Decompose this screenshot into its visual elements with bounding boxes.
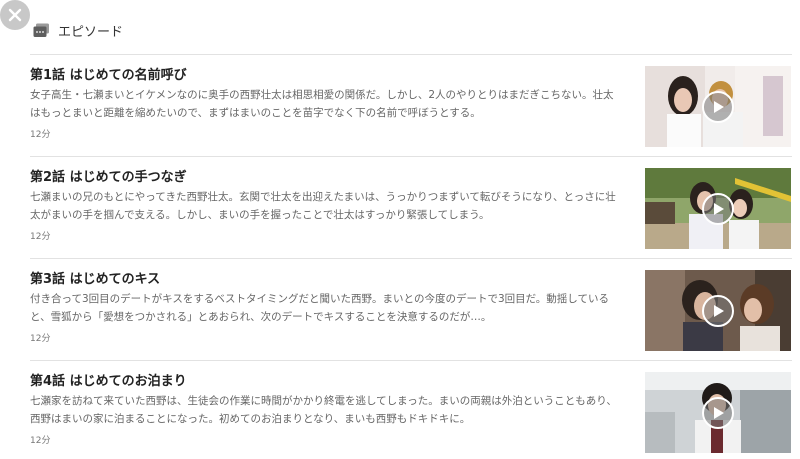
episode-thumbnail[interactable] — [645, 168, 791, 249]
episode-title[interactable]: 第2話 はじめての手つなぎ — [30, 166, 187, 185]
play-button[interactable] — [702, 295, 734, 327]
episode-duration: 12分 — [30, 334, 51, 344]
episode-duration: 12分 — [30, 130, 51, 140]
episode-description: 付き合って3回目のデートがキスをするベストタイミングだと聞いた西野。まいとの今度… — [30, 293, 609, 323]
episode-title[interactable]: 第4話 はじめてのお泊まり — [30, 370, 187, 389]
play-button[interactable] — [702, 193, 734, 225]
section-title: エピソード — [58, 24, 124, 40]
play-button[interactable] — [702, 397, 734, 429]
close-button[interactable] — [0, 0, 30, 30]
episode-item[interactable]: 第1話 はじめての名前呼び 女子高生・七瀬まいとイケメンなのに奥手の西野壮太は相… — [30, 54, 792, 156]
episode-thumbnail[interactable] — [645, 270, 791, 351]
episode-title[interactable]: 第3話 はじめてのキス — [30, 268, 160, 287]
episode-title[interactable]: 第1話 はじめての名前呼び — [30, 64, 187, 83]
episode-item[interactable]: 第2話 はじめての手つなぎ 七瀬まいの兄のもとにやってきた西野壮太。玄関で壮太を… — [30, 156, 792, 258]
episode-thumbnail[interactable] — [645, 372, 791, 453]
episode-description: 七瀬家を訪ねて来ていた西野は、生徒会の作業に時間がかかり終電を逃してしまった。ま… — [30, 395, 617, 425]
episode-item[interactable]: 第3話 はじめてのキス 付き合って3回目のデートがキスをするベストタイミングだと… — [30, 258, 792, 360]
episode-list-icon — [33, 23, 49, 37]
episode-description: 女子高生・七瀬まいとイケメンなのに奥手の西野壮太は相思相愛の関係だ。しかし、2人… — [30, 89, 614, 119]
episode-duration: 12分 — [30, 436, 51, 446]
close-icon — [8, 8, 22, 22]
play-icon — [714, 101, 724, 113]
episode-thumbnail[interactable] — [645, 66, 791, 147]
play-icon — [714, 407, 724, 419]
play-icon — [714, 203, 724, 215]
episode-description: 七瀬まいの兄のもとにやってきた西野壮太。玄関で壮太を出迎えたまいは、うっかりつま… — [30, 191, 616, 221]
section-header: エピソード — [33, 20, 123, 40]
episode-item[interactable]: 第4話 はじめてのお泊まり 七瀬家を訪ねて来ていた西野は、生徒会の作業に時間がか… — [30, 360, 792, 459]
episode-duration: 12分 — [30, 232, 51, 242]
episode-list: 第1話 はじめての名前呼び 女子高生・七瀬まいとイケメンなのに奥手の西野壮太は相… — [30, 54, 792, 459]
play-icon — [714, 305, 724, 317]
play-button[interactable] — [702, 91, 734, 123]
